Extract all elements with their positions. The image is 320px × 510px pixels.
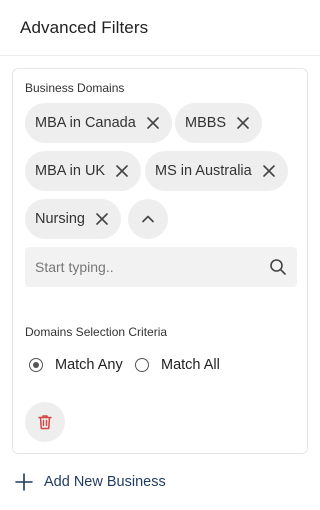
chevron-up-icon	[142, 215, 154, 223]
radio-match-all[interactable]: Match All	[135, 357, 220, 373]
close-icon[interactable]	[261, 163, 277, 179]
domain-chip-mba-in-canada[interactable]: MBA in Canada	[25, 103, 172, 143]
close-icon[interactable]	[145, 115, 161, 131]
radio-label: Match All	[161, 357, 220, 373]
domain-chip-ms-in-australia[interactable]: MS in Australia	[145, 151, 288, 191]
add-new-business-label: Add New Business	[44, 474, 166, 490]
search-icon[interactable]	[269, 258, 287, 276]
chip-label: Nursing	[35, 211, 85, 227]
criteria-label: Domains Selection Criteria	[25, 325, 168, 339]
domain-chip-nursing[interactable]: Nursing	[25, 199, 121, 239]
chip-label: MS in Australia	[155, 163, 252, 179]
close-icon[interactable]	[94, 211, 110, 227]
close-icon[interactable]	[114, 163, 130, 179]
add-new-business-button[interactable]: Add New Business	[14, 472, 166, 492]
collapse-chips-button[interactable]	[128, 199, 168, 239]
header: Advanced Filters	[0, 0, 320, 56]
plus-icon	[15, 473, 33, 491]
radio-button[interactable]	[135, 358, 149, 372]
chip-label: MBBS	[185, 115, 227, 131]
radio-button-checked[interactable]	[29, 358, 43, 372]
delete-button[interactable]	[25, 402, 65, 442]
business-domains-label: Business Domains	[25, 81, 125, 95]
domain-chip-mbbs[interactable]: MBBS	[175, 103, 263, 143]
radio-label: Match Any	[55, 357, 123, 373]
domain-chip-mba-in-uk[interactable]: MBA in UK	[25, 151, 142, 191]
trash-icon	[38, 415, 52, 430]
radio-match-any[interactable]: Match Any	[29, 357, 123, 373]
page-title: Advanced Filters	[20, 18, 149, 37]
close-icon[interactable]	[235, 115, 251, 131]
filter-panel: Business Domains MBA in Canada MBBS MBA …	[12, 68, 308, 454]
chip-label: MBA in UK	[35, 163, 106, 179]
domain-search	[25, 247, 297, 287]
search-input[interactable]	[35, 247, 255, 287]
chip-label: MBA in Canada	[35, 115, 136, 131]
